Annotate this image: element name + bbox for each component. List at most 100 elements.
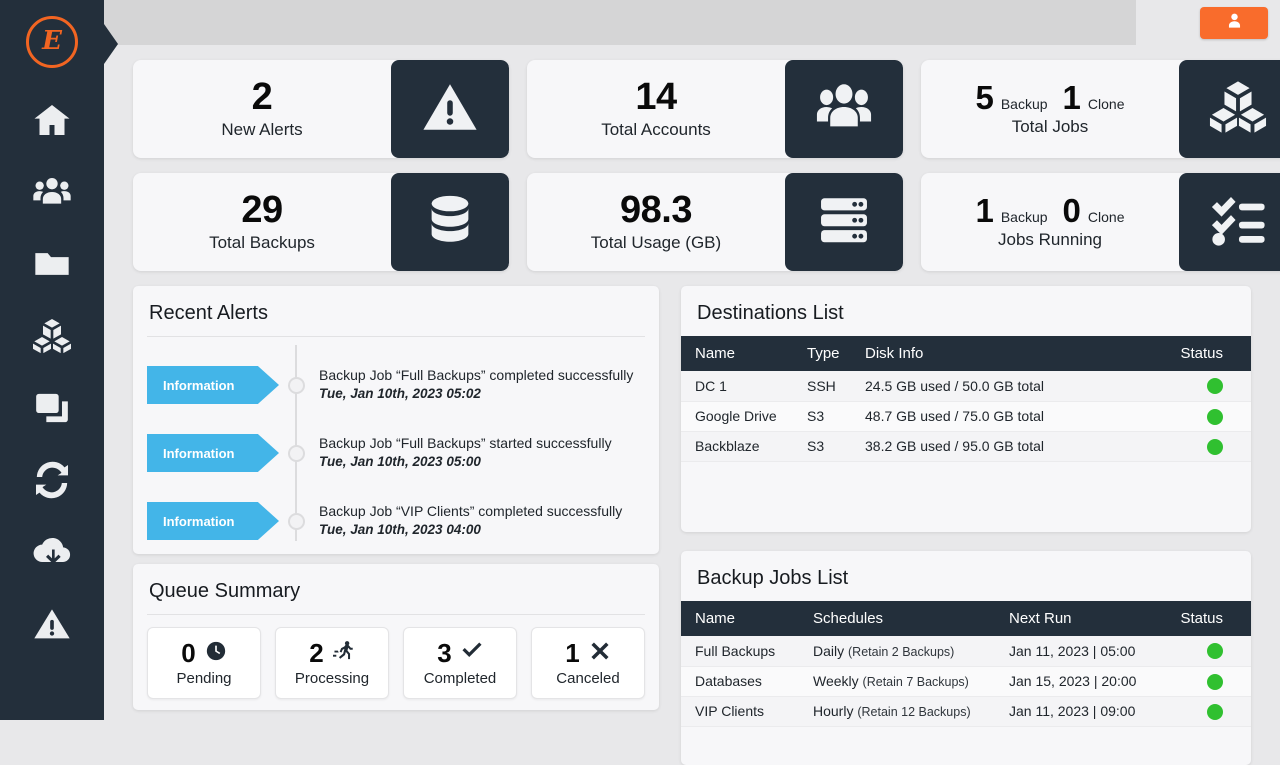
cell-type: SSH: [793, 371, 851, 401]
stat-icon-box: [785, 173, 903, 271]
boxes-icon: [32, 316, 72, 361]
stat-primary-caption: Backup: [1001, 96, 1048, 112]
column-header-disk-info[interactable]: Disk Info: [851, 336, 1151, 371]
queue-boxes: 0 Pending 2 Processing 3: [133, 615, 659, 699]
column-header-next-run[interactable]: Next Run: [995, 601, 1151, 636]
list-item[interactable]: Information Backup Job “Full Backups” st…: [133, 419, 659, 487]
stat-body: 1 Backup 0 Clone Jobs Running: [921, 173, 1179, 271]
top-bar-right-area: [1136, 0, 1280, 45]
table-row[interactable]: DC 1 SSH 24.5 GB used / 50.0 GB total: [681, 371, 1251, 401]
sync-icon: [32, 460, 72, 505]
cell-status: [1151, 431, 1251, 461]
destinations-list-panel: Destinations List Name Type Disk Info St…: [681, 286, 1251, 532]
stat-secondary-caption: Clone: [1088, 96, 1125, 112]
alert-message: Backup Job “VIP Clients” completed succe…: [319, 502, 622, 521]
queue-box-pending[interactable]: 0 Pending: [147, 627, 261, 699]
stat-primary-value: 1: [975, 194, 993, 227]
queue-box-processing[interactable]: 2 Processing: [275, 627, 389, 699]
user-account-button[interactable]: [1200, 7, 1268, 39]
sidebar-item-clones[interactable]: [0, 374, 104, 446]
x-icon: [589, 640, 611, 667]
sidebar-item-alerts[interactable]: [0, 590, 104, 662]
stat-icon-box: [785, 60, 903, 158]
panel-title: Queue Summary: [133, 564, 659, 614]
queue-count: 3: [437, 640, 451, 666]
cell-name: Backblaze: [681, 431, 793, 461]
alerts-timeline: Information Backup Job “Full Backups” co…: [133, 337, 659, 547]
sidebar: E: [0, 0, 104, 720]
queue-label: Pending: [176, 670, 231, 687]
stat-card-new-alerts[interactable]: 2 New Alerts: [133, 60, 509, 158]
stat-card-total-backups[interactable]: 29 Total Backups: [133, 173, 509, 271]
cell-name: Google Drive: [681, 401, 793, 431]
check-icon: [461, 640, 483, 667]
sidebar-item-jobs[interactable]: [0, 302, 104, 374]
stat-cards-row-2: 29 Total Backups 98.3 Total Usage (GB): [133, 173, 1280, 271]
timeline-dot: [288, 377, 305, 394]
server-rack-icon: [815, 191, 873, 254]
sidebar-item-accounts[interactable]: [0, 158, 104, 230]
cell-next-run: Jan 11, 2023 | 05:00: [995, 636, 1151, 666]
database-icon: [421, 191, 479, 254]
warning-triangle-icon: [421, 78, 479, 141]
status-indicator-icon: [1207, 378, 1223, 394]
stat-icon-box: [391, 173, 509, 271]
sidebar-item-downloads[interactable]: [0, 518, 104, 590]
table-row[interactable]: Backblaze S3 38.2 GB used / 95.0 GB tota…: [681, 431, 1251, 461]
table-row[interactable]: VIP Clients Hourly (Retain 12 Backups) J…: [681, 696, 1251, 726]
list-item[interactable]: Information Backup Job “VIP Clients” com…: [133, 487, 659, 554]
home-icon: [32, 100, 72, 145]
app-logo[interactable]: E: [26, 16, 78, 68]
cell-status: [1151, 636, 1251, 666]
queue-box-completed[interactable]: 3 Completed: [403, 627, 517, 699]
table-row[interactable]: Google Drive S3 48.7 GB used / 75.0 GB t…: [681, 401, 1251, 431]
list-item[interactable]: Information Backup Job “Full Backups” co…: [133, 351, 659, 419]
queue-label: Processing: [295, 670, 369, 687]
stat-icon-box: [1179, 173, 1280, 271]
stat-value: 14: [635, 78, 676, 117]
column-header-schedules[interactable]: Schedules: [799, 601, 995, 636]
queue-count: 1: [565, 640, 579, 666]
panel-title: Destinations List: [681, 286, 1251, 336]
table-row[interactable]: Full Backups Daily (Retain 2 Backups) Ja…: [681, 636, 1251, 666]
queue-label: Canceled: [556, 670, 619, 687]
alert-timestamp: Tue, Jan 10th, 2023 05:00: [319, 453, 612, 471]
column-header-type[interactable]: Type: [793, 336, 851, 371]
stat-card-total-usage[interactable]: 98.3 Total Usage (GB): [527, 173, 903, 271]
top-bar: [104, 0, 1136, 45]
sidebar-item-home[interactable]: [0, 86, 104, 158]
cell-disk-info: 48.7 GB used / 75.0 GB total: [851, 401, 1151, 431]
stat-icon-box: [1179, 60, 1280, 158]
sidebar-item-sync[interactable]: [0, 446, 104, 518]
alert-message: Backup Job “Full Backups” started succes…: [319, 434, 612, 453]
table-row[interactable]: Databases Weekly (Retain 7 Backups) Jan …: [681, 666, 1251, 696]
queue-label: Completed: [424, 670, 497, 687]
sidebar-item-files[interactable]: [0, 230, 104, 302]
queue-box-canceled[interactable]: 1 Canceled: [531, 627, 645, 699]
panel-title: Recent Alerts: [133, 286, 659, 336]
column-header-status[interactable]: Status: [1151, 601, 1251, 636]
column-header-status[interactable]: Status: [1151, 336, 1251, 371]
table-body: DC 1 SSH 24.5 GB used / 50.0 GB total Go…: [681, 371, 1251, 461]
stat-card-total-accounts[interactable]: 14 Total Accounts: [527, 60, 903, 158]
cell-name: Databases: [681, 666, 799, 696]
boxes-icon: [1209, 78, 1267, 141]
column-header-name[interactable]: Name: [681, 336, 793, 371]
clock-icon: [205, 640, 227, 667]
timeline-dot: [288, 445, 305, 462]
cell-status: [1151, 371, 1251, 401]
backup-jobs-table: Name Schedules Next Run Status Full Back…: [681, 601, 1251, 727]
table-header-row: Name Schedules Next Run Status: [681, 601, 1251, 636]
stat-card-jobs-running[interactable]: 1 Backup 0 Clone Jobs Running: [921, 173, 1280, 271]
schedule-frequency: Hourly: [813, 703, 853, 719]
stat-label: Total Backups: [209, 233, 315, 253]
status-indicator-icon: [1207, 409, 1223, 425]
status-indicator-icon: [1207, 704, 1223, 720]
column-header-name[interactable]: Name: [681, 601, 799, 636]
alert-text: Backup Job “VIP Clients” completed succe…: [319, 502, 622, 539]
backup-jobs-list-panel: Backup Jobs List Name Schedules Next Run…: [681, 551, 1251, 765]
stat-card-total-jobs[interactable]: 5 Backup 1 Clone Total Jobs: [921, 60, 1280, 158]
schedule-retain: (Retain 12 Backups): [857, 705, 970, 719]
schedule-retain: (Retain 7 Backups): [863, 675, 969, 689]
queue-top: 3: [437, 640, 482, 667]
